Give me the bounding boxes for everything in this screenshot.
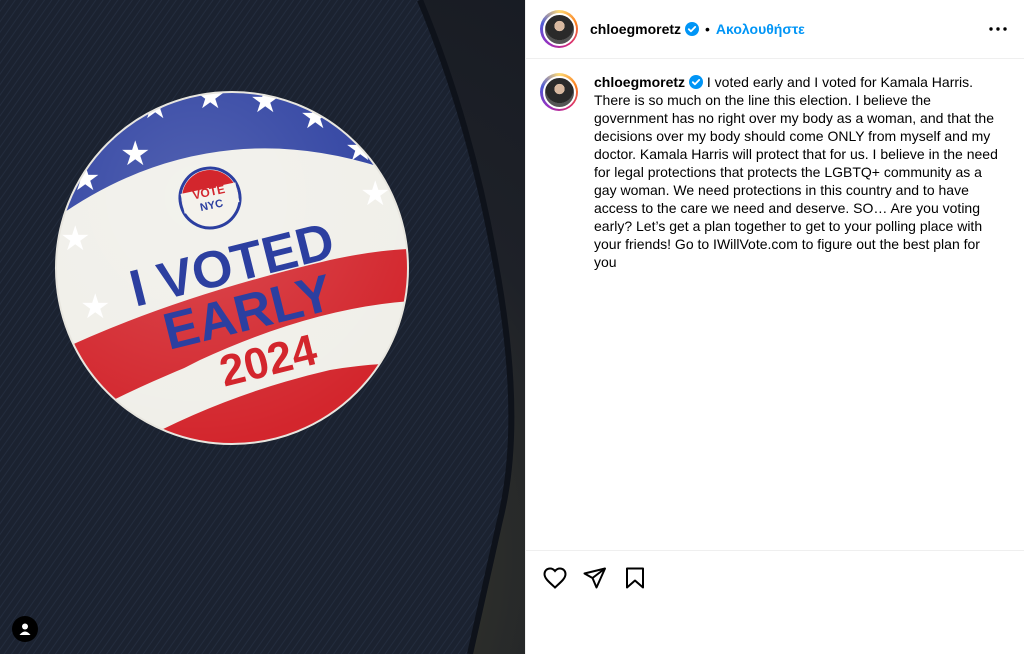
separator-dot: •: [705, 21, 710, 37]
verified-badge-icon: [685, 22, 700, 36]
caption-username[interactable]: chloegmoretz: [594, 74, 685, 90]
post-image[interactable]: ★ ★ ★ ★ ★ ★ ★ ★ ★ ★ ★: [0, 0, 525, 654]
caption-avatar[interactable]: [540, 73, 578, 111]
action-bar: [526, 550, 1024, 654]
more-options-icon[interactable]: [986, 17, 1010, 41]
post-header: chloegmoretz • Ακολουθήστε: [526, 0, 1024, 59]
user-tag-icon[interactable]: [12, 616, 38, 642]
caption-body: chloegmoretz I voted early and I voted f…: [594, 73, 1004, 549]
caption-text: I voted early and I voted for Kamala Har…: [594, 74, 998, 270]
bookmark-icon[interactable]: [620, 563, 650, 593]
caption: chloegmoretz I voted early and I voted f…: [526, 59, 1024, 549]
follow-button[interactable]: Ακολουθήστε: [716, 21, 805, 37]
heart-icon[interactable]: [540, 563, 570, 593]
post-side-panel: chloegmoretz • Ακολουθήστε chloegmoretz …: [525, 0, 1024, 654]
sticker-photo: ★ ★ ★ ★ ★ ★ ★ ★ ★ ★ ★: [0, 0, 515, 654]
avatar[interactable]: [540, 10, 578, 48]
verified-badge-icon: [689, 75, 704, 89]
paper-plane-icon[interactable]: [580, 563, 610, 593]
username-link[interactable]: chloegmoretz: [590, 21, 681, 37]
